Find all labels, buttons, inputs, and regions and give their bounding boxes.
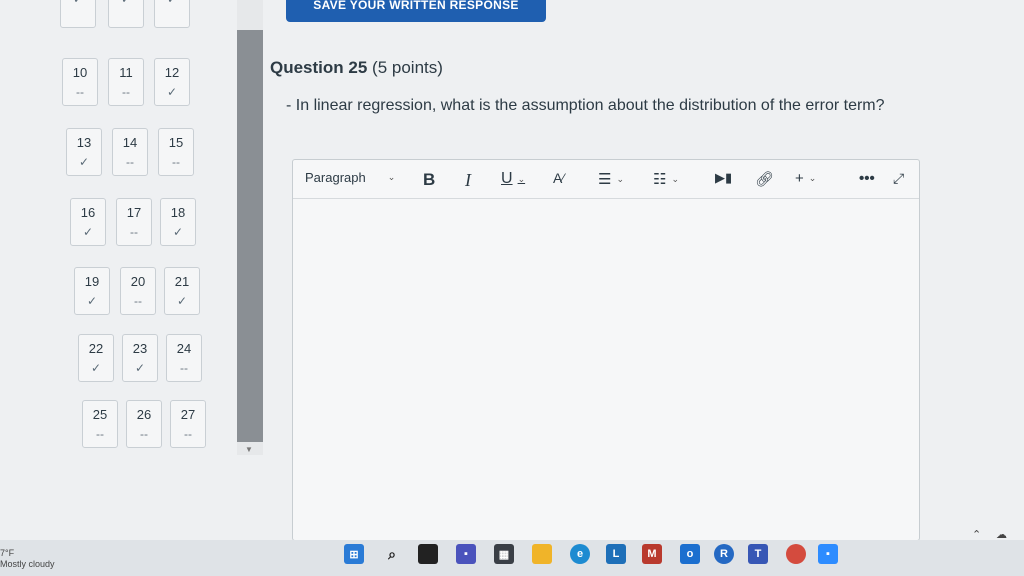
plus-icon: + [795,170,804,187]
question-cell[interactable]: 18 ✓ [160,198,196,246]
search-icon[interactable]: ⌕ [382,544,402,564]
weather-temp: 7°F [0,548,15,558]
question-navigator: ✓ ✓ ✓ 10-- 11-- 12✓ 13✓ 14-- 15-- 16✓ 17… [58,0,238,470]
file-explorer-icon[interactable] [532,544,552,564]
question-cell-current[interactable]: 25 -- [82,400,118,448]
question-cell[interactable]: 20 -- [120,267,156,315]
editor-toolbar: Paragraph ⌄ B I U ⌄ A ⁄ ☰ ⌄ ☷ ⌄ ▶▮ 🔗︎ + ⌄ •••… [293,160,919,199]
question-cell[interactable]: 27 -- [170,400,206,448]
chevron-down-icon: ⌄ [517,173,526,184]
store-icon[interactable]: ▦ [494,544,514,564]
scroll-thumb[interactable] [237,30,263,442]
question-points: (5 points) [372,58,443,77]
question-title: Question 25 [270,58,368,77]
more-icon: ••• [859,170,875,187]
teams-chat-icon[interactable]: ▪ [456,544,476,564]
question-cell[interactable]: 15 -- [158,128,194,176]
app-icon-red[interactable]: M [642,544,662,564]
chrome-icon[interactable] [786,544,806,564]
expand-icon: ⤢ [893,170,905,186]
weather-desc: Mostly cloudy [0,559,55,569]
question-cell[interactable]: 17 -- [116,198,152,246]
question-heading: Question 25 (5 points) [270,58,443,78]
align-button[interactable]: ☰ ⌄ [598,170,624,188]
windows-start-icon[interactable]: ⊞ [344,544,364,564]
edge-browser-icon[interactable]: e [570,544,590,564]
question-cell[interactable]: 19 ✓ [74,267,110,315]
fullscreen-button[interactable]: ⤢ [893,170,904,187]
question-cell[interactable]: 26 -- [126,400,162,448]
task-view-icon[interactable] [418,544,438,564]
question-cell[interactable]: 22 ✓ [78,334,114,382]
underline-icon: U [501,170,513,187]
chevron-down-icon: ⌄ [387,172,396,182]
link-icon: 🔗︎ [755,171,775,188]
question-cell[interactable]: ✓ [108,0,144,28]
underline-button[interactable]: U ⌄ [501,170,525,188]
bold-button[interactable]: B [423,170,435,190]
app-icon-r[interactable]: R [714,544,734,564]
list-icon: ☷ [653,171,667,188]
question-cell[interactable]: 23 ✓ [122,334,158,382]
lockdown-browser-icon[interactable]: L [606,544,626,564]
question-cell[interactable]: 13 ✓ [66,128,102,176]
question-cell[interactable]: 21 ✓ [164,267,200,315]
italic-icon: I [465,170,471,190]
align-icon: ☰ [598,171,612,188]
paragraph-label: Paragraph [305,170,366,185]
question-cell[interactable]: 12 ✓ [154,58,190,106]
chevron-down-icon: ⌄ [671,173,679,184]
question-cell[interactable]: 14 -- [112,128,148,176]
text-color-icon: A [553,170,563,186]
question-cell[interactable]: ✓ [154,0,190,28]
tray-chevron-up-icon[interactable]: ⌃ [972,528,981,541]
question-cell[interactable]: 24 -- [166,334,202,382]
weather-widget[interactable]: 7°F Mostly cloudy [0,548,55,570]
navigator-scrollbar[interactable]: ▼ [237,0,263,455]
link-button[interactable]: 🔗︎ [755,170,774,188]
list-button[interactable]: ☷ ⌄ [653,170,679,188]
question-cell[interactable]: 10 -- [62,58,98,106]
teams-icon[interactable]: T [748,544,768,564]
insert-button[interactable]: + ⌄ [795,170,816,187]
media-icon: ▶▮ [715,170,733,185]
scroll-down-arrow-icon[interactable]: ▼ [245,445,253,454]
response-editor: Paragraph ⌄ B I U ⌄ A ⁄ ☰ ⌄ ☷ ⌄ ▶▮ 🔗︎ + ⌄ •••… [292,159,920,541]
quiz-page: SAVE YOUR WRITTEN RESPONSE ✓ ✓ ✓ 10-- 11… [0,0,1024,541]
question-text: - In linear regression, what is the assu… [286,97,885,114]
outlook-icon[interactable]: o [680,544,700,564]
bold-icon: B [423,170,436,189]
paragraph-style-dropdown[interactable]: Paragraph ⌄ [305,170,395,185]
media-button[interactable]: ▶▮ [715,170,732,186]
text-color-button[interactable]: A ⁄ [553,170,564,186]
chevron-down-icon: ⌄ [808,173,817,183]
chevron-down-icon: ⌄ [616,173,624,184]
save-written-response-button[interactable]: SAVE YOUR WRITTEN RESPONSE [286,0,546,22]
question-cell[interactable]: 16 ✓ [70,198,106,246]
more-options-button[interactable]: ••• [859,170,875,187]
question-cell[interactable]: 11 -- [108,58,144,106]
question-cell[interactable]: ✓ [60,0,96,28]
cloud-icon[interactable]: ☁ [996,528,1007,541]
zoom-icon[interactable]: ▪ [818,544,838,564]
response-textarea[interactable] [293,199,919,539]
italic-button[interactable]: I [465,170,471,191]
